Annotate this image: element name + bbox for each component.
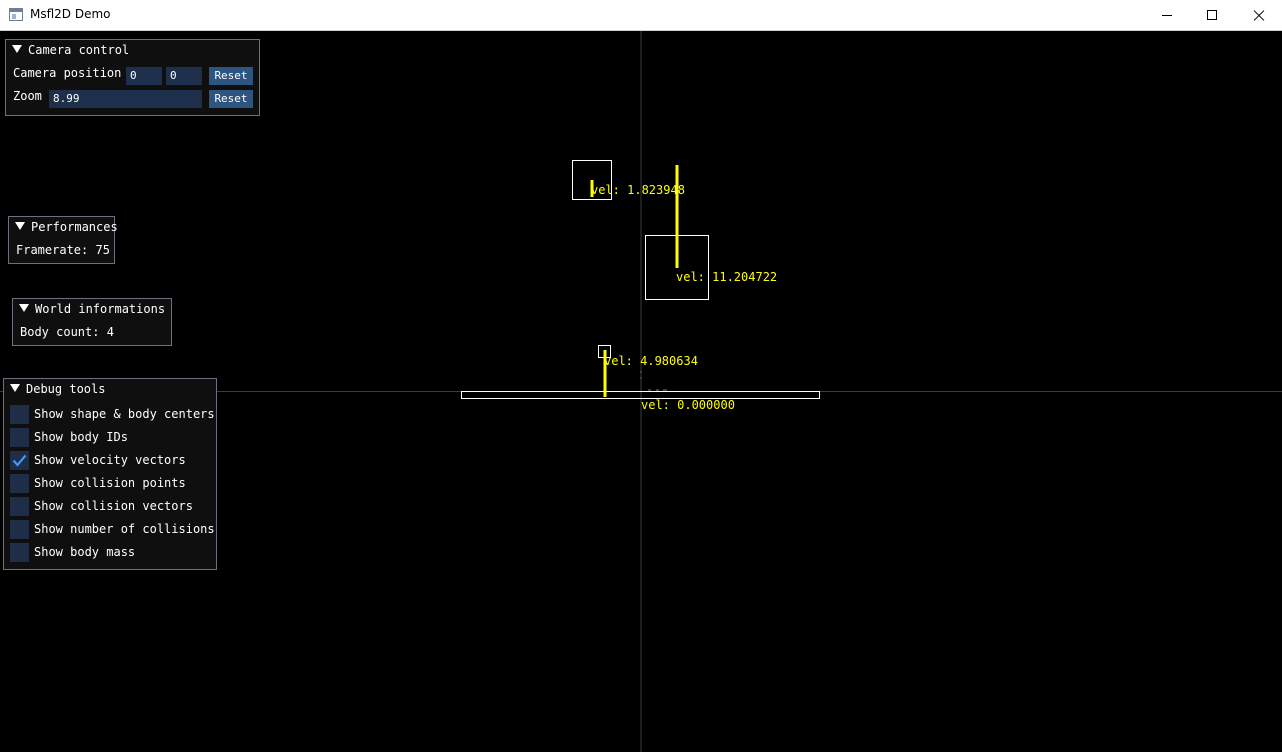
checkbox-velocity-vectors[interactable] xyxy=(10,451,29,470)
checkbox-number-of-collisions[interactable] xyxy=(10,520,29,539)
zoom-input[interactable]: 8.99 xyxy=(49,90,202,108)
checkbox-collision-vectors[interactable] xyxy=(10,497,29,516)
debug-option-label: Show number of collisions xyxy=(34,522,215,536)
checkbox-body-mass[interactable] xyxy=(10,543,29,562)
world-informations-panel[interactable]: World informations Body count: 4 xyxy=(12,298,172,346)
reset-position-button[interactable]: Reset xyxy=(209,67,253,85)
checkbox-collision-points[interactable] xyxy=(10,474,29,493)
velocity-label-2: vel: 11.204722 xyxy=(676,270,777,284)
velocity-label-1: vel: 1.823948 xyxy=(591,183,685,197)
minimize-button[interactable] xyxy=(1144,0,1190,30)
debug-option-label: Show body mass xyxy=(34,545,136,559)
window-title: Msfl2D Demo xyxy=(30,7,111,21)
camera-control-header[interactable]: Camera control xyxy=(6,40,129,60)
close-button[interactable] xyxy=(1236,0,1282,30)
camera-position-y-input[interactable]: 0 xyxy=(166,67,202,85)
checkmark-icon xyxy=(12,454,27,467)
velocity-label-3: vel: 4.980634 xyxy=(604,354,698,368)
debug-option-label: Show velocity vectors xyxy=(34,453,186,467)
debug-option-label: Show body IDs xyxy=(34,430,128,444)
camera-control-panel[interactable]: Camera control Camera position 0 0 Reset… xyxy=(5,39,260,116)
debug-option[interactable]: Show collision vectors xyxy=(4,497,216,517)
performances-header[interactable]: Performances xyxy=(9,217,118,237)
camera-control-title: Camera control xyxy=(28,43,130,57)
maximize-button[interactable] xyxy=(1190,0,1236,30)
collapse-arrow-icon[interactable] xyxy=(15,221,25,230)
checkbox-body-ids[interactable] xyxy=(10,428,29,447)
zoom-label: Zoom xyxy=(13,89,42,103)
performances-title: Performances xyxy=(31,220,118,234)
debug-option[interactable]: Show shape & body centers xyxy=(4,405,216,425)
debug-option-label: Show shape & body centers xyxy=(34,407,215,421)
center-marker xyxy=(640,371,667,391)
app-icon xyxy=(9,8,23,21)
debug-option-label: Show collision points xyxy=(34,476,186,490)
debug-tools-header[interactable]: Debug tools xyxy=(4,379,105,399)
debug-option[interactable]: Show velocity vectors xyxy=(4,451,216,471)
framerate-text: Framerate: 75 xyxy=(16,243,110,257)
debug-tools-panel[interactable]: Debug tools Show shape & body centers Sh… xyxy=(3,378,217,570)
camera-position-label: Camera position xyxy=(13,66,122,80)
title-bar: Msfl2D Demo xyxy=(0,0,1282,31)
world-informations-title: World informations xyxy=(35,302,166,316)
velocity-label-4: vel: 0.000000 xyxy=(641,398,735,412)
camera-position-x-input[interactable]: 0 xyxy=(126,67,162,85)
collapse-arrow-icon[interactable] xyxy=(10,383,20,392)
checkbox-shape-body-centers[interactable] xyxy=(10,405,29,424)
performances-panel[interactable]: Performances Framerate: 75 xyxy=(8,216,118,264)
debug-tools-title: Debug tools xyxy=(26,382,106,396)
debug-option[interactable]: Show number of collisions xyxy=(4,520,216,540)
debug-option[interactable]: Show body mass xyxy=(4,543,216,563)
reset-zoom-button[interactable]: Reset xyxy=(209,90,253,108)
collapse-arrow-icon[interactable] xyxy=(19,303,29,312)
simulation-viewport[interactable]: vel: 1.823948 vel: 11.204722 vel: 4.9806… xyxy=(0,31,1282,752)
debug-option[interactable]: Show body IDs xyxy=(4,428,216,448)
debug-option[interactable]: Show collision points xyxy=(4,474,216,494)
debug-option-label: Show collision vectors xyxy=(34,499,193,513)
world-informations-header[interactable]: World informations xyxy=(13,299,165,319)
body-count-text: Body count: 4 xyxy=(20,325,114,339)
collapse-arrow-icon[interactable] xyxy=(12,44,22,53)
